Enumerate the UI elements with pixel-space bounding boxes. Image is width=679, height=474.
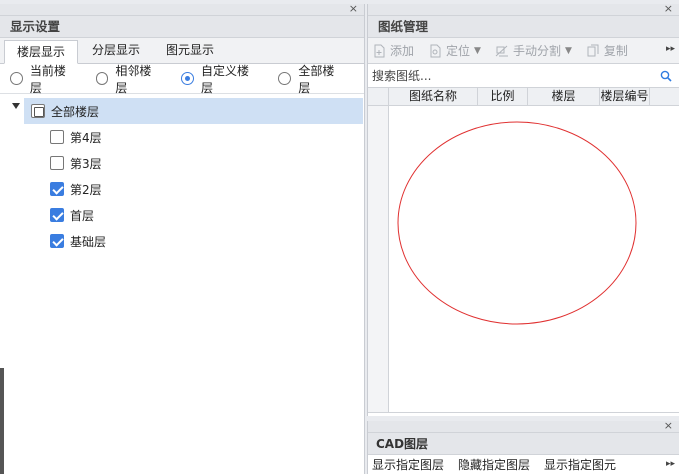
tree-item-label: 第3层 — [70, 156, 102, 171]
checkbox-foundation[interactable] — [50, 234, 64, 248]
radio-label: 全部楼层 — [298, 63, 335, 95]
panel-top-strip: × — [0, 3, 364, 16]
copy-icon — [587, 44, 599, 56]
tree-item-floor-2[interactable]: 第2层 — [0, 176, 364, 202]
checkbox-floor-3[interactable] — [50, 156, 64, 170]
tree-item-floor-3[interactable]: 第3层 — [0, 150, 364, 176]
checkbox-floor-2[interactable] — [50, 182, 64, 196]
radio-indicator — [95, 72, 109, 85]
display-tabs: 楼层显示 分层显示 图元显示 — [0, 38, 364, 64]
drawing-manager-panel: × 图纸管理 添加 定位 ▼ 手动分割 ▼ 复制 ▸▸ 搜索图纸... 图纸名称… — [367, 3, 679, 416]
overflow-more-icon[interactable]: ▸▸ — [666, 44, 675, 54]
radio-adjacent-floors[interactable]: 相邻楼层 — [95, 62, 164, 96]
row-header-corner — [368, 88, 389, 105]
radio-label: 自定义楼层 — [200, 63, 249, 95]
floor-scope-radio-group: 当前楼层 相邻楼层 自定义楼层 全部楼层 — [0, 62, 364, 96]
checkbox-all-floors[interactable] — [31, 104, 45, 118]
radio-indicator — [278, 72, 292, 85]
radio-indicator — [10, 72, 23, 85]
hide-specified-layer-button[interactable]: 隐藏指定图层 — [458, 456, 530, 473]
copy-label: 复制 — [603, 44, 628, 58]
panel-title: 图纸管理 — [368, 16, 679, 38]
tree-item-label: 第4层 — [70, 130, 102, 145]
panel-title: CAD图层 — [368, 433, 679, 455]
show-specified-element-button[interactable]: 显示指定图元 — [544, 456, 616, 473]
copy-button[interactable]: 复制 — [586, 42, 628, 59]
radio-custom-floors[interactable]: 自定义楼层 — [181, 62, 260, 96]
search-icon[interactable] — [660, 70, 672, 82]
tree-item-label: 基础层 — [70, 234, 107, 249]
checkbox-ground-floor[interactable] — [50, 208, 64, 222]
radio-label: 当前楼层 — [29, 63, 66, 95]
left-edge-splitter[interactable] — [0, 368, 4, 474]
dropdown-caret-icon[interactable]: ▼ — [565, 46, 572, 56]
close-icon[interactable]: × — [664, 420, 673, 432]
tree-root-label: 全部楼层 — [51, 104, 100, 119]
checkbox-floor-4[interactable] — [50, 130, 64, 144]
tree-item-foundation[interactable]: 基础层 — [0, 228, 364, 254]
display-settings-panel: × 显示设置 楼层显示 分层显示 图元显示 当前楼层 相邻楼层 自定义楼层 全部… — [0, 3, 365, 474]
close-icon[interactable]: × — [349, 3, 358, 15]
locate-button[interactable]: 定位 ▼ — [428, 42, 481, 59]
add-file-icon — [374, 44, 385, 57]
expand-triangle-icon[interactable] — [12, 103, 20, 109]
locate-icon — [430, 44, 441, 57]
radio-current-floor[interactable]: 当前楼层 — [10, 62, 78, 96]
drawing-toolbar: 添加 定位 ▼ 手动分割 ▼ 复制 ▸▸ — [368, 38, 679, 64]
dropdown-caret-icon[interactable]: ▼ — [474, 46, 481, 56]
column-scale[interactable]: 比例 — [478, 88, 528, 105]
red-ellipse-annotation — [397, 121, 637, 325]
tree-root-row[interactable]: 全部楼层 — [24, 98, 363, 124]
search-input[interactable] — [368, 64, 679, 87]
add-button[interactable]: 添加 — [372, 42, 414, 59]
cad-layer-actions: 显示指定图层 隐藏指定图层 显示指定图元 ▸▸ — [368, 455, 679, 473]
app-root: × 显示设置 楼层显示 分层显示 图元显示 当前楼层 相邻楼层 自定义楼层 全部… — [0, 0, 679, 474]
radio-label: 相邻楼层 — [115, 63, 152, 95]
panel-top-strip: × — [368, 3, 679, 16]
floor-tree: 全部楼层 第4层 第3层 第2层 首层 基础层 — [0, 94, 364, 254]
manual-split-label: 手动分割 — [512, 44, 561, 58]
manual-split-button[interactable]: 手动分割 ▼ — [495, 42, 572, 59]
panel-title: 显示设置 — [0, 16, 364, 38]
column-drawing-name[interactable]: 图纸名称 — [389, 88, 478, 105]
drawing-search — [368, 64, 679, 88]
tab-floor-display[interactable]: 楼层显示 — [4, 40, 79, 64]
tree-item-label: 第2层 — [70, 182, 102, 197]
show-specified-layer-button[interactable]: 显示指定图层 — [372, 456, 444, 473]
tree-item-label: 首层 — [70, 208, 95, 223]
tab-layer-display[interactable]: 分层显示 — [80, 39, 152, 63]
locate-label: 定位 — [446, 44, 471, 58]
drawing-table-header: 图纸名称 比例 楼层 楼层编号 — [368, 88, 679, 106]
split-icon — [495, 45, 508, 56]
tab-element-display[interactable]: 图元显示 — [154, 39, 226, 63]
radio-all-floors[interactable]: 全部楼层 — [278, 62, 346, 96]
close-icon[interactable]: × — [664, 3, 673, 15]
panel-top-strip: × — [368, 420, 679, 433]
add-label: 添加 — [390, 44, 415, 58]
tree-item-ground-floor[interactable]: 首层 — [0, 202, 364, 228]
column-floor[interactable]: 楼层 — [528, 88, 600, 105]
tree-item-floor-4[interactable]: 第4层 — [0, 124, 364, 150]
cad-layers-panel: × CAD图层 显示指定图层 隐藏指定图层 显示指定图元 ▸▸ — [367, 420, 679, 474]
column-floor-number[interactable]: 楼层编号 — [600, 88, 650, 105]
overflow-more-icon[interactable]: ▸▸ — [666, 459, 675, 469]
drawing-table-body — [368, 106, 679, 413]
radio-indicator — [181, 72, 194, 85]
